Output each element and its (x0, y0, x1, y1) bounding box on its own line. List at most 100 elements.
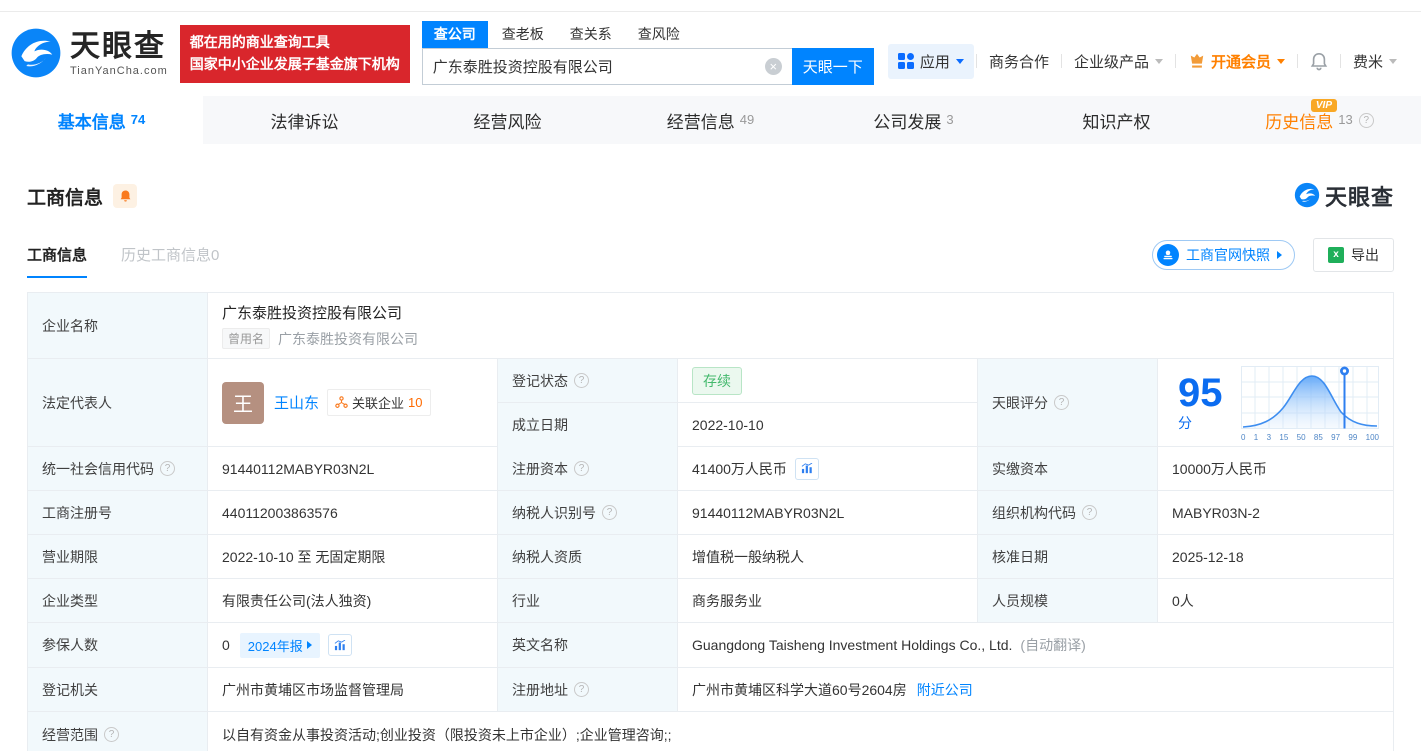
field-value-score: 95分 0 1 3 15 50 85 97 99 100 (1158, 359, 1393, 447)
tab-count: 74 (130, 111, 146, 127)
legal-rep-avatar[interactable]: 王 (222, 381, 264, 424)
field-label-business-scope: 经营范围 (28, 712, 208, 751)
field-value-reg-address: 广州市黄埔区科学大道60号2604房 附近公司 (678, 668, 1393, 712)
search-button[interactable]: 天眼一下 (791, 48, 874, 85)
field-value-reg-number: 440112003863576 (208, 491, 498, 535)
nav-cooperation[interactable]: 商务合作 (979, 51, 1059, 72)
excel-icon: x (1328, 247, 1344, 263)
tab-count: 13 (1338, 111, 1353, 127)
subtab-history-business-info[interactable]: 历史工商信息0 (121, 244, 219, 278)
nav-divider (1296, 54, 1298, 68)
nearby-companies-link[interactable]: 附近公司 (917, 680, 973, 700)
help-icon[interactable] (1054, 395, 1069, 410)
tab-history-info[interactable]: VIP 历史信息 13 (1218, 96, 1421, 144)
arrow-right-icon (306, 641, 312, 649)
company-name: 广东泰胜投资控股有限公司 (222, 305, 403, 322)
former-name-tag: 曾用名 (222, 328, 271, 349)
tab-label: 法律诉讼 (270, 112, 339, 132)
tianyancha-watermark: 天眼查 (1294, 180, 1394, 212)
field-value-taxpayer-id: 91440112MABYR03N2L (678, 491, 978, 535)
nav-enterprise-products[interactable]: 企业级产品 (1064, 51, 1173, 72)
tab-label: 经营风险 (473, 112, 542, 132)
field-value-business-term: 2022-10-10 至 无固定期限 (208, 535, 498, 579)
logo-title: 天眼查 (70, 29, 166, 63)
search-tab-relation[interactable]: 查关系 (558, 21, 624, 48)
chevron-down-icon (955, 58, 964, 64)
field-label-taxpayer-quality: 纳税人资质 (498, 535, 678, 579)
top-nav: 应用 商务合作 企业级产品 开通会员 费米 (887, 43, 1407, 79)
annual-report-badge[interactable]: 2024年报 (239, 632, 320, 658)
field-label-company-type: 企业类型 (28, 579, 208, 623)
help-icon[interactable] (574, 461, 589, 476)
tab-count: 49 (739, 111, 755, 127)
help-icon[interactable] (1082, 505, 1097, 520)
vip-badge: VIP (1310, 99, 1337, 112)
search-tab-risk[interactable]: 查风险 (626, 21, 692, 48)
org-network-icon (335, 396, 348, 408)
field-value-company-name: 广东泰胜投资控股有限公司 曾用名 广东泰胜投资有限公司 (208, 293, 1393, 359)
capital-chart-icon[interactable] (794, 457, 819, 480)
help-icon[interactable] (1358, 112, 1374, 128)
field-label-business-term: 营业期限 (28, 535, 208, 579)
official-snapshot-button[interactable]: 工商官网快照 (1152, 240, 1295, 270)
export-button-label: 导出 (1351, 247, 1379, 263)
user-menu[interactable]: 费米 (1343, 51, 1407, 72)
chevron-down-icon (1276, 58, 1285, 64)
tianyancha-eye-icon (10, 27, 62, 82)
subtab-business-info[interactable]: 工商信息 (27, 244, 88, 278)
apps-menu[interactable]: 应用 (887, 43, 974, 79)
tianyancha-logo[interactable]: 天眼查 TianYanCha.com (10, 27, 168, 82)
field-label-industry: 行业 (498, 579, 678, 623)
related-companies-count: 10 (408, 395, 423, 410)
help-icon[interactable] (104, 727, 119, 742)
search-tab-boss[interactable]: 查老板 (490, 21, 556, 48)
field-label-staff-size: 人员规模 (978, 579, 1158, 623)
field-label-reg-number: 工商注册号 (28, 491, 208, 535)
nav-open-vip[interactable]: 开通会员 (1178, 51, 1295, 72)
field-value-approval-date: 2025-12-18 (1158, 535, 1393, 579)
field-value-industry: 商务服务业 (678, 579, 978, 623)
search-input[interactable] (421, 48, 792, 85)
score-number: 95 (1178, 370, 1223, 415)
field-value-legal-rep: 王 王山东 关联企业 10 (208, 359, 498, 447)
tab-intellectual-property[interactable]: 知识产权 (1015, 96, 1218, 144)
tab-label: 基本信息 (57, 112, 126, 132)
subscribe-bell-icon[interactable] (113, 184, 138, 208)
field-label-company-name: 企业名称 (28, 293, 208, 359)
tab-label: 知识产权 (1082, 112, 1151, 132)
help-icon[interactable] (574, 682, 589, 697)
field-value-reg-status: 存续 (678, 359, 977, 403)
chevron-down-icon (1154, 58, 1163, 64)
tab-business-info[interactable]: 经营信息 49 (609, 96, 812, 144)
help-icon[interactable] (602, 505, 617, 520)
slogan-line2: 国家中小企业发展子基金旗下机构 (189, 56, 400, 72)
business-info-table: 企业名称 广东泰胜投资控股有限公司 曾用名 广东泰胜投资有限公司 法定代表人 王… (27, 292, 1394, 751)
export-button[interactable]: x 导出 (1313, 238, 1394, 272)
search-tab-company[interactable]: 查公司 (421, 21, 488, 48)
search-tabs: 查公司 查老板 查关系 查风险 (421, 21, 874, 48)
watermark-text: 天眼查 (1324, 185, 1394, 210)
company-detail-tabs: 基本信息 74 法律诉讼 经营风险 经营信息 49 公司发展 3 知识产权 VI… (0, 96, 1421, 144)
field-label-org-code: 组织机构代码 (978, 491, 1158, 535)
field-label-insured-count: 参保人数 (28, 623, 208, 668)
field-value-org-code: MABYR03N-2 (1158, 491, 1393, 535)
nav-divider (1339, 54, 1341, 68)
insured-chart-icon[interactable] (327, 634, 352, 656)
nav-cooperation-label: 商务合作 (988, 53, 1049, 71)
field-label-reg-capital: 注册资本 (498, 447, 678, 491)
notification-bell-icon[interactable] (1300, 52, 1338, 71)
tab-basic-info[interactable]: 基本信息 74 (0, 96, 203, 144)
help-icon[interactable] (160, 461, 175, 476)
field-label-reg-authority: 登记机关 (28, 668, 208, 712)
related-companies-badge[interactable]: 关联企业 10 (327, 389, 431, 416)
field-label-est-date: 成立日期 (498, 403, 678, 447)
tab-operation-risk[interactable]: 经营风险 (406, 96, 609, 144)
help-icon[interactable] (574, 373, 589, 388)
stamp-icon (1157, 244, 1179, 266)
tab-company-development[interactable]: 公司发展 3 (812, 96, 1015, 144)
search-block: 查公司 查老板 查关系 查风险 天眼一下 (421, 21, 874, 85)
section-title: 工商信息 (27, 187, 104, 209)
legal-rep-link[interactable]: 王山东 (274, 392, 319, 413)
tab-legal-litigation[interactable]: 法律诉讼 (203, 96, 406, 144)
clear-icon[interactable] (764, 58, 782, 75)
